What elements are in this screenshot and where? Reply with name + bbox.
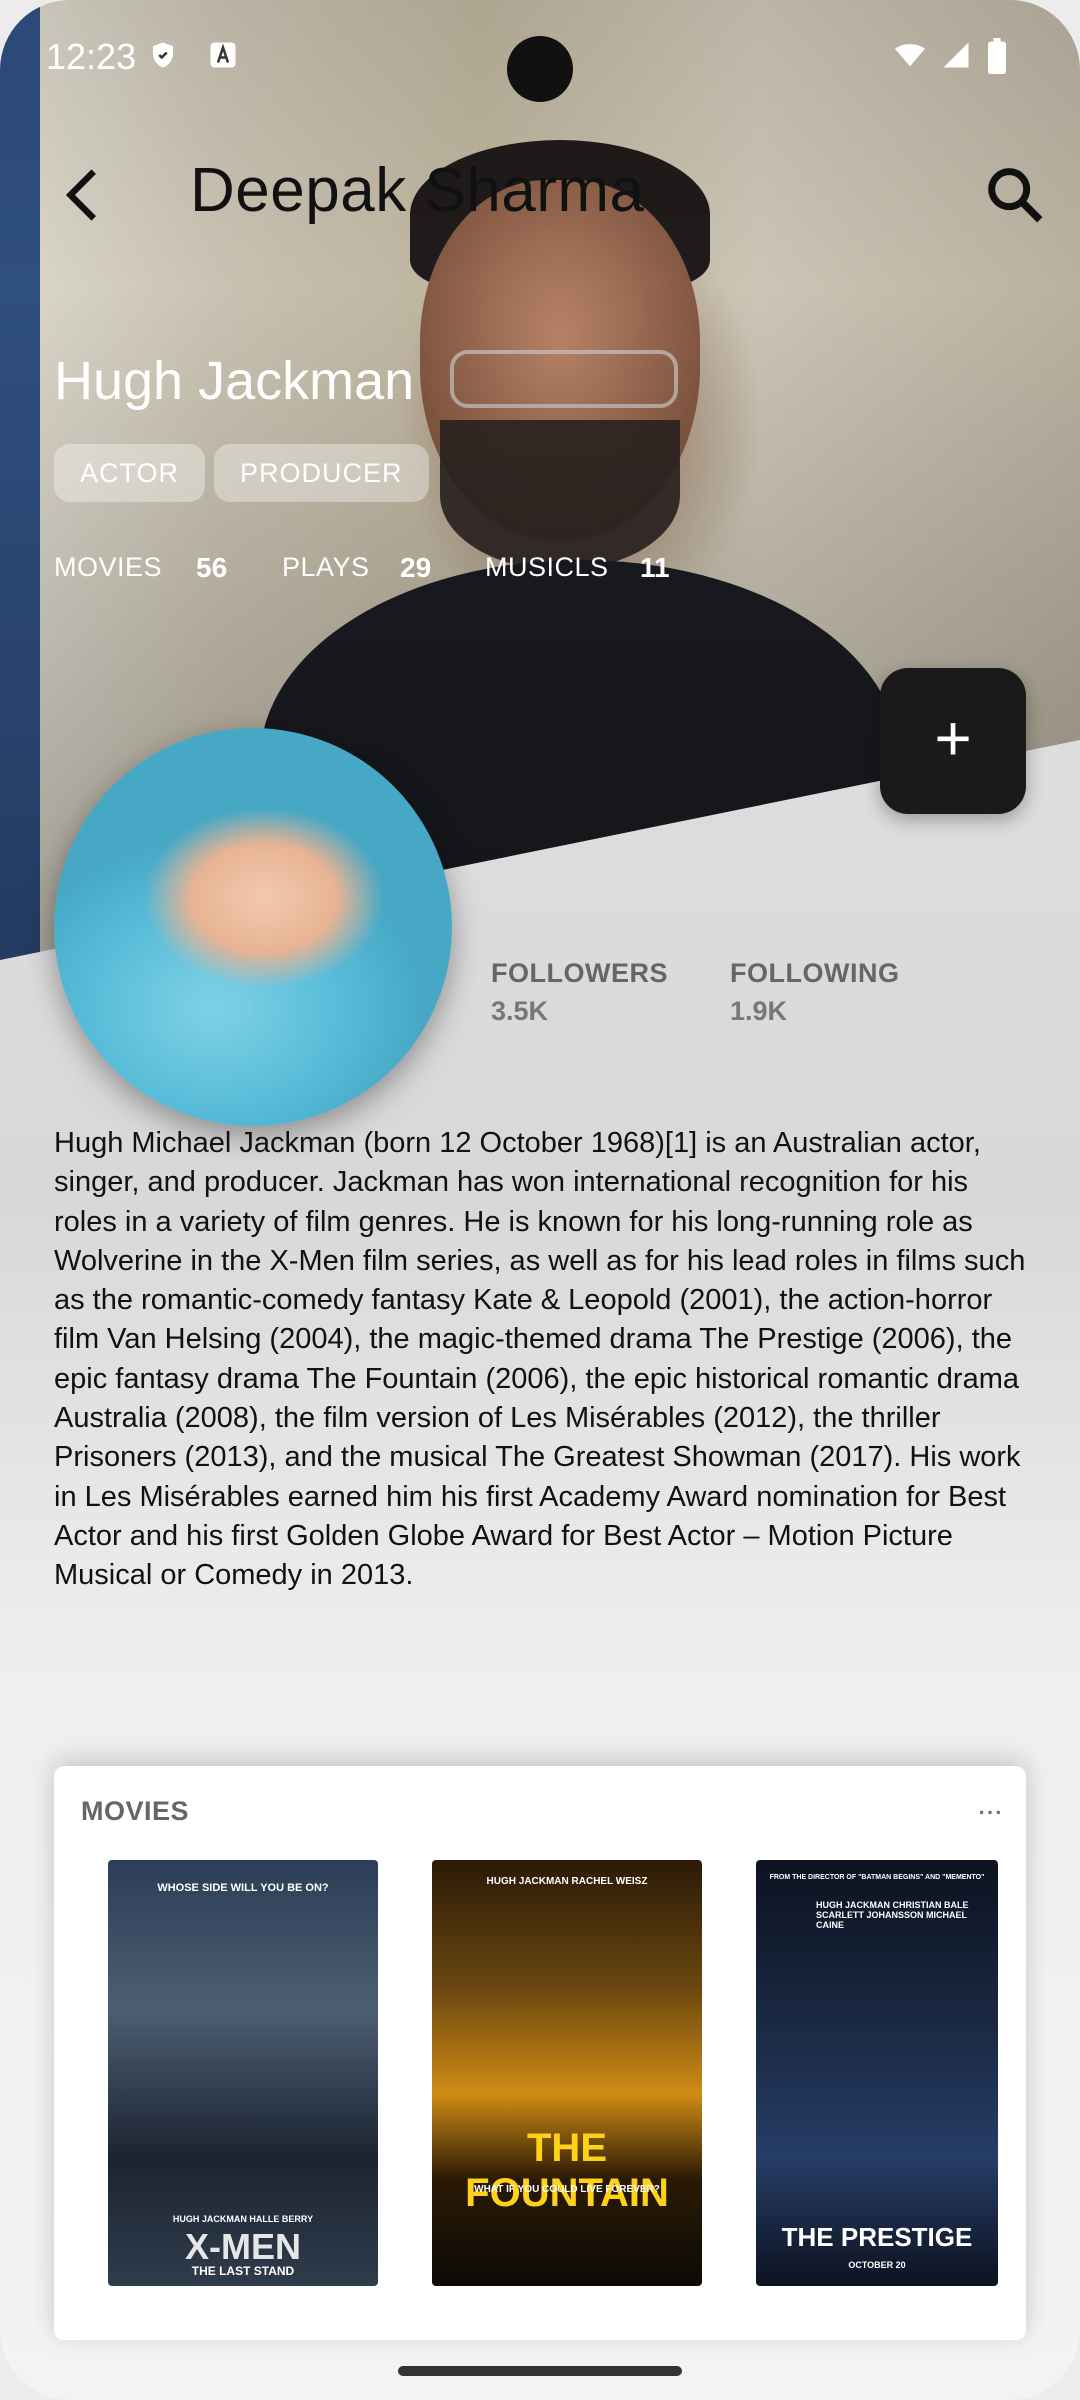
poster-tagline: WHAT IF YOU COULD LIVE FOREVER? bbox=[474, 2184, 660, 2195]
movies-card: MOVIES ... WHOSE SIDE WILL YOU BE ON? HU… bbox=[54, 1766, 1026, 2340]
role-chip-actor[interactable]: ACTOR bbox=[54, 444, 206, 502]
role-chip-producer[interactable]: PRODUCER bbox=[214, 444, 429, 502]
page-title: Deepak Sharma bbox=[190, 156, 645, 225]
poster-tagline: WHOSE SIDE WILL YOU BE ON? bbox=[157, 1882, 329, 1894]
font-icon bbox=[210, 42, 236, 68]
stat-musicals-value: 11 bbox=[640, 552, 670, 583]
stat-movies-label: MOVIES bbox=[54, 552, 163, 582]
profile-bio: Hugh Michael Jackman (born 12 October 19… bbox=[54, 1127, 1026, 1592]
following-label[interactable]: FOLLOWING bbox=[730, 958, 899, 989]
poster-credits: HUGH JACKMAN HALLE BERRY bbox=[172, 2214, 314, 2224]
poster-tagline: FROM THE DIRECTOR OF "BATMAN BEGINS" AND… bbox=[769, 1874, 985, 1881]
followers-label[interactable]: FOLLOWERS bbox=[491, 958, 668, 989]
shield-icon bbox=[153, 42, 173, 68]
camera-cutout bbox=[507, 36, 573, 102]
battery-icon bbox=[988, 38, 1006, 74]
poster-subtitle: THE LAST STAND bbox=[191, 2264, 295, 2278]
poster-title: THE FOUNTAIN bbox=[465, 2126, 669, 2215]
profile-name: Hugh Jackman bbox=[54, 351, 415, 411]
status-bar: 12:23 bbox=[0, 0, 1080, 120]
following-value[interactable]: 1.9K bbox=[730, 996, 787, 1027]
movies-card-title: MOVIES bbox=[81, 1796, 190, 1826]
avatar[interactable] bbox=[54, 728, 452, 1126]
more-options-button[interactable]: ... bbox=[970, 1788, 1010, 1828]
search-icon[interactable] bbox=[980, 160, 1050, 230]
signal-icon bbox=[943, 42, 969, 68]
back-button[interactable] bbox=[50, 160, 120, 230]
stat-plays-label: PLAYS bbox=[282, 552, 370, 582]
add-button[interactable]: + bbox=[880, 668, 1026, 814]
home-indicator[interactable] bbox=[398, 2366, 682, 2376]
wifi-icon bbox=[895, 44, 925, 67]
movie-poster-the-prestige[interactable]: FROM THE DIRECTOR OF "BATMAN BEGINS" AND… bbox=[756, 1860, 998, 2286]
screen: 12:23 Deepak Sharma Hugh Jackman ACTOR P… bbox=[0, 0, 1080, 2400]
poster-credits: HUGH JACKMAN CHRISTIAN BALE SCARLETT JOH… bbox=[816, 1900, 969, 1930]
movie-poster-x-men[interactable]: WHOSE SIDE WILL YOU BE ON? HUGH JACKMAN … bbox=[108, 1860, 378, 2286]
stat-musicals-label: MUSICLS bbox=[485, 552, 609, 582]
stat-plays-value: 29 bbox=[400, 552, 432, 583]
followers-value[interactable]: 3.5K bbox=[491, 996, 548, 1027]
poster-subtitle: OCTOBER 20 bbox=[848, 2260, 906, 2270]
status-time: 12:23 bbox=[46, 36, 137, 77]
movie-poster-the-fountain[interactable]: HUGH JACKMAN RACHEL WEISZ THE FOUNTAIN W… bbox=[432, 1860, 702, 2286]
poster-title: THE PRESTIGE bbox=[781, 2222, 973, 2252]
poster-credits: HUGH JACKMAN RACHEL WEISZ bbox=[486, 1876, 648, 1887]
poster-title: X-MEN bbox=[185, 2226, 301, 2267]
stat-movies-value: 56 bbox=[196, 552, 228, 583]
